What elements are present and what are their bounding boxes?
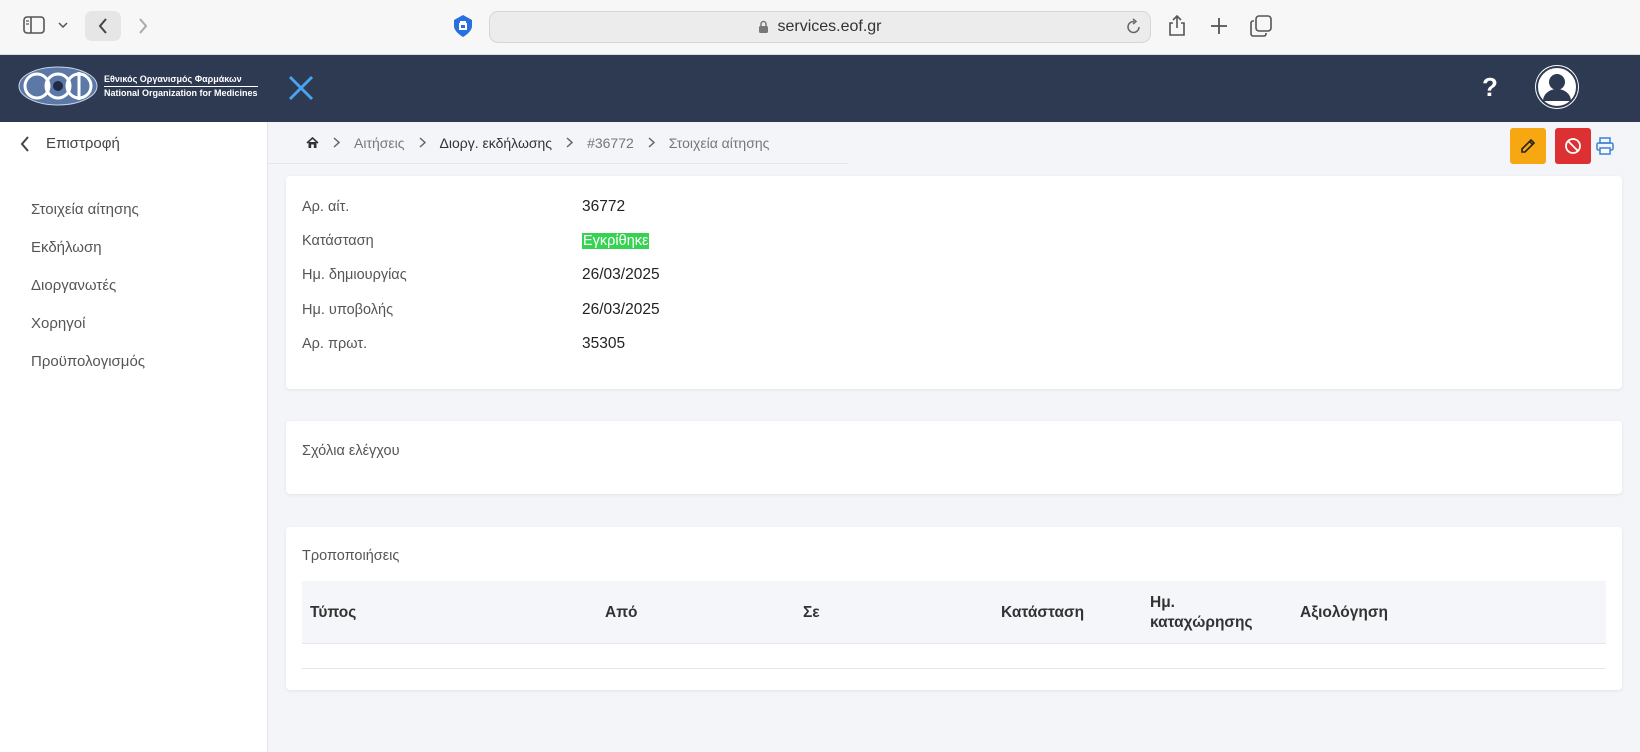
app-header: Εθνικός Οργανισμός Φαρμάκων National Org…: [0, 55, 1640, 122]
ban-icon: [1565, 138, 1581, 154]
breadcrumb-current: Στοιχεία αίτησης: [668, 134, 770, 151]
detail-label: Ημ. δημιουργίας: [302, 267, 407, 283]
detail-label: Κατάσταση: [302, 233, 374, 249]
share-icon[interactable]: [1164, 12, 1190, 40]
sidebar-item-event[interactable]: Εκδήλωση: [31, 238, 145, 276]
chevron-right-icon: [566, 137, 574, 148]
review-comments-card: Σχόλια ελέγχου: [286, 421, 1622, 494]
sidebar-item-organizers[interactable]: Διοργανωτές: [31, 276, 145, 314]
reload-icon[interactable]: [1126, 18, 1142, 36]
privacy-shield-icon[interactable]: [450, 13, 476, 39]
tab-overview-icon[interactable]: [1248, 13, 1274, 39]
forward-button[interactable]: [128, 11, 158, 41]
sidebar-item-sponsors[interactable]: Χορηγοί: [31, 314, 145, 352]
cancel-application-button[interactable]: [1555, 128, 1591, 164]
detail-row-created-date: Ημ. δημιουργίας 26/03/2025: [302, 264, 660, 286]
back-link[interactable]: Επιστροφή: [20, 135, 120, 152]
sidebar-item-application-details[interactable]: Στοιχεία αίτησης: [31, 200, 145, 238]
column-header-status: Κατάσταση: [1001, 603, 1085, 621]
new-tab-icon[interactable]: [1206, 13, 1232, 39]
back-button[interactable]: [85, 11, 121, 41]
breadcrumb-event-organization[interactable]: Διοργ. εκδήλωσης: [440, 135, 553, 151]
modifications-title: Τροποποιήσεις: [302, 548, 400, 564]
url-text: services.eof.gr: [777, 18, 882, 35]
logo-english-text: National Organization for Medicines: [104, 87, 258, 98]
detail-value: 35305: [582, 335, 626, 352]
home-icon[interactable]: [306, 136, 319, 149]
column-header-to: Σε: [803, 603, 820, 621]
modifications-card: Τροποποιήσεις Τύπος Από Σε Κατάσταση Ημ.…: [286, 527, 1622, 690]
detail-value: 26/03/2025: [582, 301, 660, 318]
detail-value: 26/03/2025: [582, 266, 660, 283]
help-icon[interactable]: ?: [1478, 71, 1502, 103]
close-menu-icon[interactable]: [286, 73, 316, 103]
browser-toolbar: services.eof.gr: [0, 0, 1640, 55]
detail-label: Ημ. υποβολής: [302, 302, 394, 318]
column-header-evaluation: Αξιολόγηση: [1300, 603, 1388, 621]
detail-row-application-number: Αρ. αίτ. 36772: [302, 196, 625, 218]
detail-row-protocol-number: Αρ. πρωτ. 35305: [302, 333, 625, 355]
column-header-from: Από: [605, 603, 638, 621]
user-avatar[interactable]: [1535, 65, 1579, 109]
detail-row-submitted-date: Ημ. υποβολής 26/03/2025: [302, 299, 660, 321]
detail-row-status: Κατάσταση Εγκρίθηκε: [302, 230, 650, 252]
detail-label: Αρ. αίτ.: [302, 199, 350, 215]
chevron-right-icon: [333, 137, 340, 148]
sidebar-toggle-icon[interactable]: [22, 15, 46, 35]
pencil-icon: [1521, 138, 1536, 153]
address-bar[interactable]: services.eof.gr: [489, 11, 1151, 43]
sidebar-nav: Στοιχεία αίτησης Εκδήλωση Διοργανωτές Χο…: [31, 200, 145, 390]
detail-value: 36772: [582, 198, 626, 215]
chevron-right-icon: [648, 137, 655, 148]
chevron-down-icon[interactable]: [56, 17, 70, 33]
breadcrumb-application-id[interactable]: #36772: [587, 135, 634, 151]
status-badge: Εγκρίθηκε: [582, 233, 650, 249]
print-button[interactable]: [1596, 136, 1614, 156]
column-header-type: Τύπος: [310, 603, 357, 621]
eof-logo-icon: [18, 66, 98, 106]
edit-button[interactable]: [1510, 128, 1546, 164]
application-details-card: Αρ. αίτ. 36772 Κατάσταση Εγκρίθηκε Ημ. δ…: [286, 176, 1622, 389]
eof-logo[interactable]: Εθνικός Οργανισμός Φαρμάκων National Org…: [18, 66, 258, 106]
breadcrumb: Αιτήσεις Διοργ. εκδήλωσης #36772 Στοιχεί…: [268, 122, 848, 164]
logo-greek-text: Εθνικός Οργανισμός Φαρμάκων: [104, 73, 258, 87]
detail-label: Αρ. πρωτ.: [302, 336, 368, 352]
comments-title: Σχόλια ελέγχου: [302, 443, 400, 459]
modifications-table-header: Τύπος Από Σε Κατάσταση Ημ. καταχώρησης Α…: [302, 581, 1606, 644]
sidebar: Επιστροφή Στοιχεία αίτησης Εκδήλωση Διορ…: [0, 122, 268, 752]
printer-icon: [1596, 137, 1614, 155]
table-divider: [302, 668, 1606, 669]
user-icon: [1536, 66, 1578, 108]
breadcrumb-applications[interactable]: Αιτήσεις: [354, 135, 405, 151]
lock-icon: [758, 20, 769, 34]
chevron-right-icon: [419, 137, 426, 148]
column-header-registration-date: Ημ. καταχώρησης: [1150, 593, 1253, 631]
sidebar-item-budget[interactable]: Προϋπολογισμός: [31, 352, 145, 390]
back-link-label: Επιστροφή: [46, 135, 120, 152]
chevron-left-icon: [20, 135, 30, 152]
